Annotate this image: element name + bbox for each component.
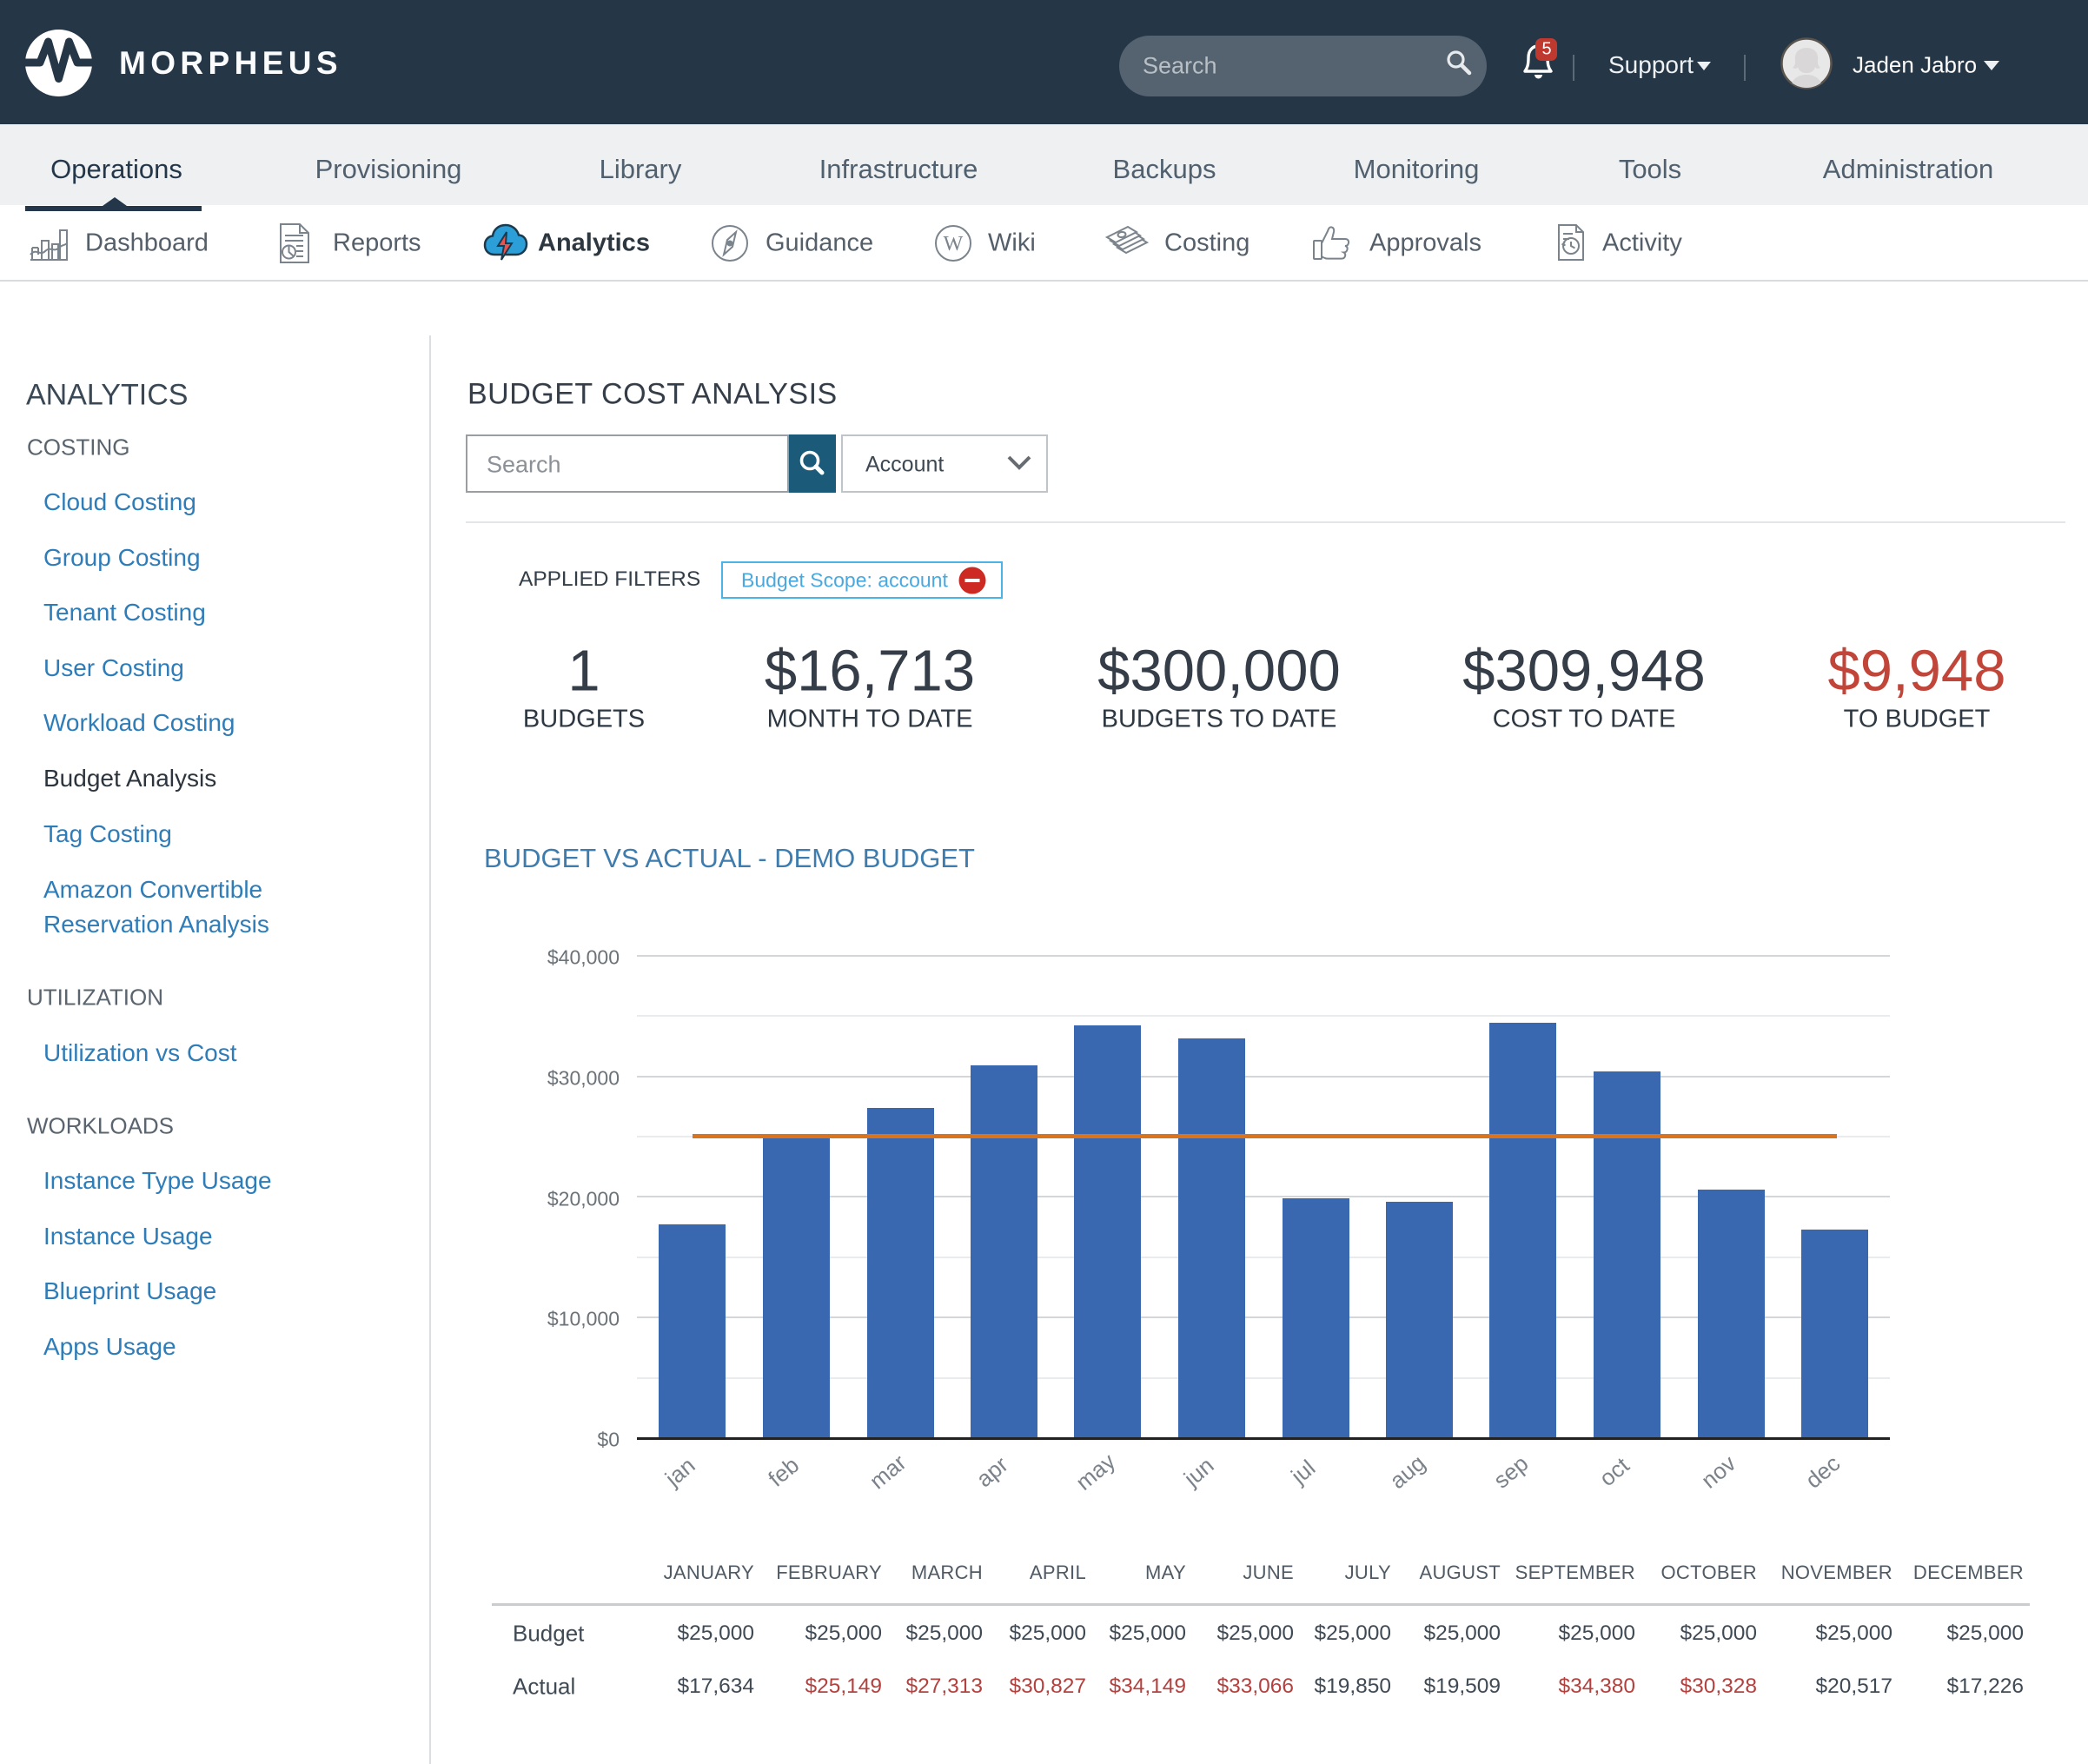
svg-text:W: W bbox=[944, 233, 964, 255]
